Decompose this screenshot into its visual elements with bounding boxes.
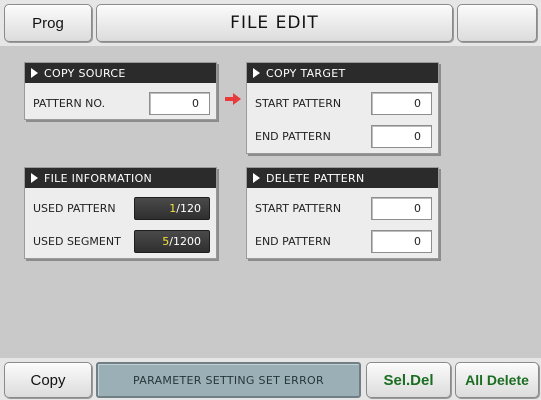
used-pattern-label: USED PATTERN bbox=[33, 201, 116, 215]
file-information-header: FILE INFORMATION bbox=[25, 168, 216, 188]
used-segment-current: 5 bbox=[162, 234, 170, 248]
used-segment-value: 5/1200 bbox=[134, 229, 210, 253]
prog-button[interactable]: Prog bbox=[4, 4, 92, 42]
right-arrow-icon bbox=[225, 93, 241, 105]
delete-pattern-header: DELETE PATTERN bbox=[247, 168, 438, 188]
used-pattern-total: /120 bbox=[176, 201, 201, 215]
page-title: FILE EDIT bbox=[96, 4, 453, 42]
blank-top-button[interactable] bbox=[457, 4, 537, 42]
copy-source-heading: COPY SOURCE bbox=[44, 66, 126, 80]
copy-target-start-label: START PATTERN bbox=[255, 96, 342, 110]
copy-target-start-field[interactable]: 0 bbox=[371, 91, 432, 115]
triangle-right-icon bbox=[31, 173, 38, 183]
delete-pattern-panel: DELETE PATTERN START PATTERN 0 END PATTE… bbox=[246, 167, 439, 259]
copy-target-panel: COPY TARGET START PATTERN 0 END PATTERN … bbox=[246, 62, 439, 154]
used-segment-label: USED SEGMENT bbox=[33, 234, 121, 248]
used-segment-row: USED SEGMENT 5/1200 bbox=[25, 229, 216, 253]
delete-start-label: START PATTERN bbox=[255, 201, 342, 215]
file-information-panel: FILE INFORMATION USED PATTERN 1/120 USED… bbox=[24, 167, 217, 259]
delete-start-field[interactable]: 0 bbox=[371, 196, 432, 220]
delete-end-field[interactable]: 0 bbox=[371, 229, 432, 253]
copy-target-heading: COPY TARGET bbox=[266, 66, 346, 80]
copy-source-header: COPY SOURCE bbox=[25, 63, 216, 83]
status-message: PARAMETER SETTING SET ERROR bbox=[96, 362, 361, 398]
all-delete-button[interactable]: All Delete bbox=[455, 362, 539, 398]
delete-end-row: END PATTERN 0 bbox=[247, 229, 438, 253]
used-pattern-value: 1/120 bbox=[134, 196, 210, 220]
triangle-right-icon bbox=[31, 68, 38, 78]
copy-target-start-row: START PATTERN 0 bbox=[247, 91, 438, 115]
used-pattern-row: USED PATTERN 1/120 bbox=[25, 196, 216, 220]
pattern-no-field[interactable]: 0 bbox=[149, 91, 210, 115]
delete-start-row: START PATTERN 0 bbox=[247, 196, 438, 220]
copy-source-panel: COPY SOURCE PATTERN NO. 0 bbox=[24, 62, 217, 120]
file-edit-screen: Prog FILE EDIT COPY SOURCE PATTERN NO. 0… bbox=[0, 0, 541, 400]
sel-del-button[interactable]: Sel.Del bbox=[366, 362, 451, 398]
delete-pattern-heading: DELETE PATTERN bbox=[266, 171, 365, 185]
copy-target-header: COPY TARGET bbox=[247, 63, 438, 83]
used-pattern-current: 1 bbox=[169, 201, 177, 215]
copy-target-end-field[interactable]: 0 bbox=[371, 124, 432, 148]
delete-end-label: END PATTERN bbox=[255, 234, 331, 248]
copy-target-end-row: END PATTERN 0 bbox=[247, 124, 438, 148]
pattern-no-row: PATTERN NO. 0 bbox=[25, 91, 216, 115]
triangle-right-icon bbox=[253, 173, 260, 183]
file-information-heading: FILE INFORMATION bbox=[44, 171, 153, 185]
copy-button[interactable]: Copy bbox=[4, 362, 92, 398]
triangle-right-icon bbox=[253, 68, 260, 78]
used-segment-total: /1200 bbox=[169, 234, 201, 248]
pattern-no-label: PATTERN NO. bbox=[33, 96, 106, 110]
copy-target-end-label: END PATTERN bbox=[255, 129, 331, 143]
